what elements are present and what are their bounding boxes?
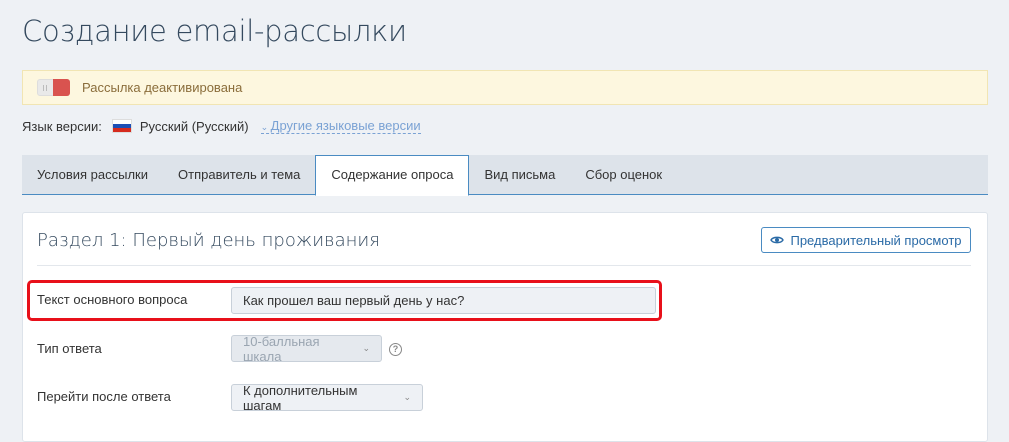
answer-type-label: Тип ответа [37,341,102,356]
question-input[interactable]: Как прошел ваш первый день у нас? [231,287,656,314]
answer-type-value: 10-балльная шкала [243,333,320,364]
tab-ratings[interactable]: Сбор оценок [570,155,677,194]
status-banner: Рассылка деактивирована [22,70,988,105]
next-step-value: К дополнительным шагам [243,382,358,413]
eye-icon [770,233,785,248]
tab-survey-content[interactable]: Содержание опроса [315,155,470,196]
divider [37,265,971,266]
tab-conditions[interactable]: Условия рассылки [22,155,163,194]
chevron-down-icon: ⌄ [403,392,411,402]
preview-button[interactable]: Предварительный просмотр [761,227,971,253]
next-step-label: Перейти после ответа [37,389,171,404]
help-icon[interactable]: ? [389,343,402,356]
next-step-select[interactable]: К дополнительным шагам ⌄ [231,382,423,413]
tab-letter-view[interactable]: Вид письма [469,155,570,194]
question-label: Текст основного вопроса [37,292,188,307]
status-text: Рассылка деактивирована [82,80,243,95]
tab-sender[interactable]: Отправитель и тема [163,155,315,194]
language-label: Язык версии: [22,118,102,134]
page-title: Создание email-рассылки [22,14,407,48]
language-row: Язык версии: Русский (Русский) ⌄ Другие … [22,118,421,134]
other-languages-link[interactable]: ⌄ Другие языковые версии [260,118,421,134]
activation-toggle[interactable] [37,79,70,96]
chevron-down-icon: ⌄ [362,343,370,353]
other-languages-label: Другие языковые версии [270,118,421,133]
section-title: Раздел 1: Первый день проживания [37,230,380,251]
chevron-down-icon: ⌄ [260,122,271,132]
answer-type-select: 10-балльная шкала ⌄ [231,333,382,364]
russia-flag-icon [111,119,132,133]
preview-label: Предварительный просмотр [790,232,962,248]
current-language: Русский (Русский) [139,118,249,134]
tab-bar: Условия рассылки Отправитель и тема Соде… [22,155,988,196]
